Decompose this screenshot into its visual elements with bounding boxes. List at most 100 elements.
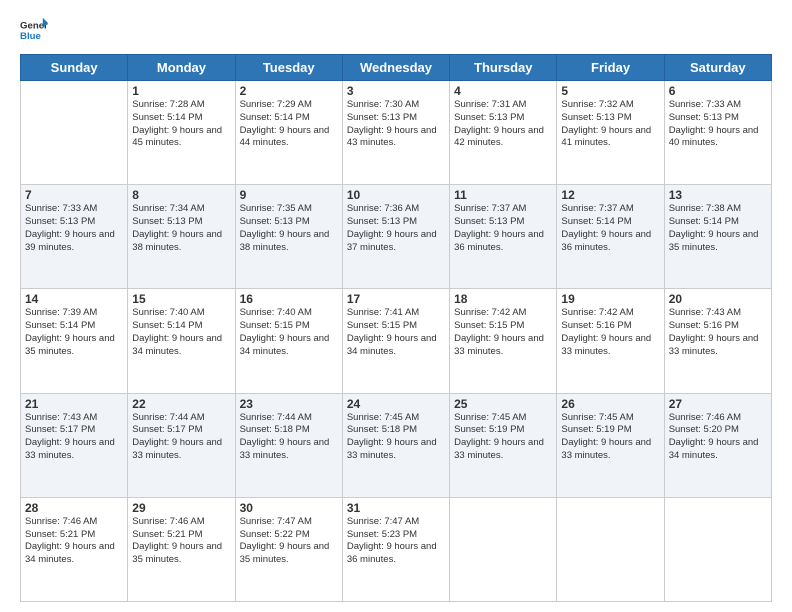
- weekday-header: Thursday: [450, 55, 557, 81]
- day-number: 7: [25, 188, 123, 202]
- day-info: Sunrise: 7:40 AMSunset: 5:14 PMDaylight:…: [132, 307, 230, 358]
- calendar-week-row: 1Sunrise: 7:28 AMSunset: 5:14 PMDaylight…: [21, 81, 772, 185]
- day-number: 6: [669, 84, 767, 98]
- day-number: 29: [132, 501, 230, 515]
- day-number: 28: [25, 501, 123, 515]
- day-info: Sunrise: 7:30 AMSunset: 5:13 PMDaylight:…: [347, 99, 445, 150]
- day-info: Sunrise: 7:47 AMSunset: 5:22 PMDaylight:…: [240, 516, 338, 567]
- weekday-header: Monday: [128, 55, 235, 81]
- calendar-day-cell: 27Sunrise: 7:46 AMSunset: 5:20 PMDayligh…: [664, 393, 771, 497]
- day-number: 9: [240, 188, 338, 202]
- calendar-day-cell: 29Sunrise: 7:46 AMSunset: 5:21 PMDayligh…: [128, 497, 235, 601]
- day-number: 14: [25, 292, 123, 306]
- header: General Blue: [20, 16, 772, 44]
- calendar-day-cell: 23Sunrise: 7:44 AMSunset: 5:18 PMDayligh…: [235, 393, 342, 497]
- day-info: Sunrise: 7:45 AMSunset: 5:18 PMDaylight:…: [347, 412, 445, 463]
- logo-icon: General Blue: [20, 16, 48, 44]
- svg-text:Blue: Blue: [20, 31, 41, 42]
- day-number: 24: [347, 397, 445, 411]
- calendar-day-cell: 6Sunrise: 7:33 AMSunset: 5:13 PMDaylight…: [664, 81, 771, 185]
- calendar-day-cell: 17Sunrise: 7:41 AMSunset: 5:15 PMDayligh…: [342, 289, 449, 393]
- day-info: Sunrise: 7:34 AMSunset: 5:13 PMDaylight:…: [132, 203, 230, 254]
- day-info: Sunrise: 7:45 AMSunset: 5:19 PMDaylight:…: [561, 412, 659, 463]
- calendar-day-cell: [557, 497, 664, 601]
- calendar-day-cell: [450, 497, 557, 601]
- day-number: 17: [347, 292, 445, 306]
- calendar-day-cell: 15Sunrise: 7:40 AMSunset: 5:14 PMDayligh…: [128, 289, 235, 393]
- weekday-header: Sunday: [21, 55, 128, 81]
- day-number: 2: [240, 84, 338, 98]
- calendar-day-cell: 8Sunrise: 7:34 AMSunset: 5:13 PMDaylight…: [128, 185, 235, 289]
- calendar-day-cell: 26Sunrise: 7:45 AMSunset: 5:19 PMDayligh…: [557, 393, 664, 497]
- weekday-header: Wednesday: [342, 55, 449, 81]
- page: General Blue SundayMondayTuesdayWednesda…: [0, 0, 792, 612]
- day-number: 18: [454, 292, 552, 306]
- day-info: Sunrise: 7:33 AMSunset: 5:13 PMDaylight:…: [669, 99, 767, 150]
- day-info: Sunrise: 7:29 AMSunset: 5:14 PMDaylight:…: [240, 99, 338, 150]
- calendar-day-cell: 9Sunrise: 7:35 AMSunset: 5:13 PMDaylight…: [235, 185, 342, 289]
- day-number: 20: [669, 292, 767, 306]
- day-number: 10: [347, 188, 445, 202]
- calendar-day-cell: [21, 81, 128, 185]
- day-number: 21: [25, 397, 123, 411]
- day-info: Sunrise: 7:37 AMSunset: 5:13 PMDaylight:…: [454, 203, 552, 254]
- calendar-day-cell: 22Sunrise: 7:44 AMSunset: 5:17 PMDayligh…: [128, 393, 235, 497]
- day-info: Sunrise: 7:42 AMSunset: 5:15 PMDaylight:…: [454, 307, 552, 358]
- calendar-day-cell: 11Sunrise: 7:37 AMSunset: 5:13 PMDayligh…: [450, 185, 557, 289]
- calendar-day-cell: 20Sunrise: 7:43 AMSunset: 5:16 PMDayligh…: [664, 289, 771, 393]
- calendar-day-cell: 28Sunrise: 7:46 AMSunset: 5:21 PMDayligh…: [21, 497, 128, 601]
- day-number: 11: [454, 188, 552, 202]
- day-number: 25: [454, 397, 552, 411]
- day-number: 12: [561, 188, 659, 202]
- calendar-day-cell: 3Sunrise: 7:30 AMSunset: 5:13 PMDaylight…: [342, 81, 449, 185]
- calendar-day-cell: 16Sunrise: 7:40 AMSunset: 5:15 PMDayligh…: [235, 289, 342, 393]
- day-info: Sunrise: 7:37 AMSunset: 5:14 PMDaylight:…: [561, 203, 659, 254]
- weekday-header: Friday: [557, 55, 664, 81]
- calendar-day-cell: 1Sunrise: 7:28 AMSunset: 5:14 PMDaylight…: [128, 81, 235, 185]
- day-number: 8: [132, 188, 230, 202]
- day-number: 15: [132, 292, 230, 306]
- calendar-week-row: 7Sunrise: 7:33 AMSunset: 5:13 PMDaylight…: [21, 185, 772, 289]
- day-info: Sunrise: 7:36 AMSunset: 5:13 PMDaylight:…: [347, 203, 445, 254]
- day-number: 22: [132, 397, 230, 411]
- calendar-day-cell: 25Sunrise: 7:45 AMSunset: 5:19 PMDayligh…: [450, 393, 557, 497]
- day-info: Sunrise: 7:32 AMSunset: 5:13 PMDaylight:…: [561, 99, 659, 150]
- day-number: 19: [561, 292, 659, 306]
- day-info: Sunrise: 7:31 AMSunset: 5:13 PMDaylight:…: [454, 99, 552, 150]
- day-number: 30: [240, 501, 338, 515]
- calendar-day-cell: 19Sunrise: 7:42 AMSunset: 5:16 PMDayligh…: [557, 289, 664, 393]
- day-number: 1: [132, 84, 230, 98]
- calendar-week-row: 14Sunrise: 7:39 AMSunset: 5:14 PMDayligh…: [21, 289, 772, 393]
- logo: General Blue: [20, 16, 48, 44]
- day-info: Sunrise: 7:39 AMSunset: 5:14 PMDaylight:…: [25, 307, 123, 358]
- day-info: Sunrise: 7:45 AMSunset: 5:19 PMDaylight:…: [454, 412, 552, 463]
- calendar-day-cell: 7Sunrise: 7:33 AMSunset: 5:13 PMDaylight…: [21, 185, 128, 289]
- weekday-header-row: SundayMondayTuesdayWednesdayThursdayFrid…: [21, 55, 772, 81]
- calendar-day-cell: 14Sunrise: 7:39 AMSunset: 5:14 PMDayligh…: [21, 289, 128, 393]
- calendar-day-cell: 2Sunrise: 7:29 AMSunset: 5:14 PMDaylight…: [235, 81, 342, 185]
- day-info: Sunrise: 7:41 AMSunset: 5:15 PMDaylight:…: [347, 307, 445, 358]
- weekday-header: Saturday: [664, 55, 771, 81]
- calendar-day-cell: 4Sunrise: 7:31 AMSunset: 5:13 PMDaylight…: [450, 81, 557, 185]
- calendar-day-cell: 12Sunrise: 7:37 AMSunset: 5:14 PMDayligh…: [557, 185, 664, 289]
- weekday-header: Tuesday: [235, 55, 342, 81]
- day-number: 3: [347, 84, 445, 98]
- day-info: Sunrise: 7:44 AMSunset: 5:18 PMDaylight:…: [240, 412, 338, 463]
- calendar-day-cell: 10Sunrise: 7:36 AMSunset: 5:13 PMDayligh…: [342, 185, 449, 289]
- day-number: 31: [347, 501, 445, 515]
- calendar-table: SundayMondayTuesdayWednesdayThursdayFrid…: [20, 54, 772, 602]
- day-number: 16: [240, 292, 338, 306]
- calendar-week-row: 28 Sunrise: 7:46 AMSunset: 5:21 PMDayligh…: [21, 497, 772, 601]
- day-info: Sunrise: 7:43 AMSunset: 5:16 PMDaylight:…: [669, 307, 767, 358]
- day-info: Sunrise: 7:46 AMSunset: 5:20 PMDaylight:…: [669, 412, 767, 463]
- day-number: 26: [561, 397, 659, 411]
- day-info: Sunrise: 7:43 AMSunset: 5:17 PMDaylight:…: [25, 412, 123, 463]
- day-info: Sunrise: 7:46 AMSunset: 5:21 PMDaylight:…: [132, 516, 230, 567]
- day-info: Sunrise: 7:40 AMSunset: 5:15 PMDaylight:…: [240, 307, 338, 358]
- day-info: Sunrise: 7:38 AMSunset: 5:14 PMDaylight:…: [669, 203, 767, 254]
- day-number: 27: [669, 397, 767, 411]
- calendar-week-row: 21Sunrise: 7:43 AMSunset: 5:17 PMDayligh…: [21, 393, 772, 497]
- day-info: Sunrise: 7:47 AMSunset: 5:23 PMDaylight:…: [347, 516, 445, 567]
- calendar-day-cell: 30Sunrise: 7:47 AMSunset: 5:22 PMDayligh…: [235, 497, 342, 601]
- day-number: 4: [454, 84, 552, 98]
